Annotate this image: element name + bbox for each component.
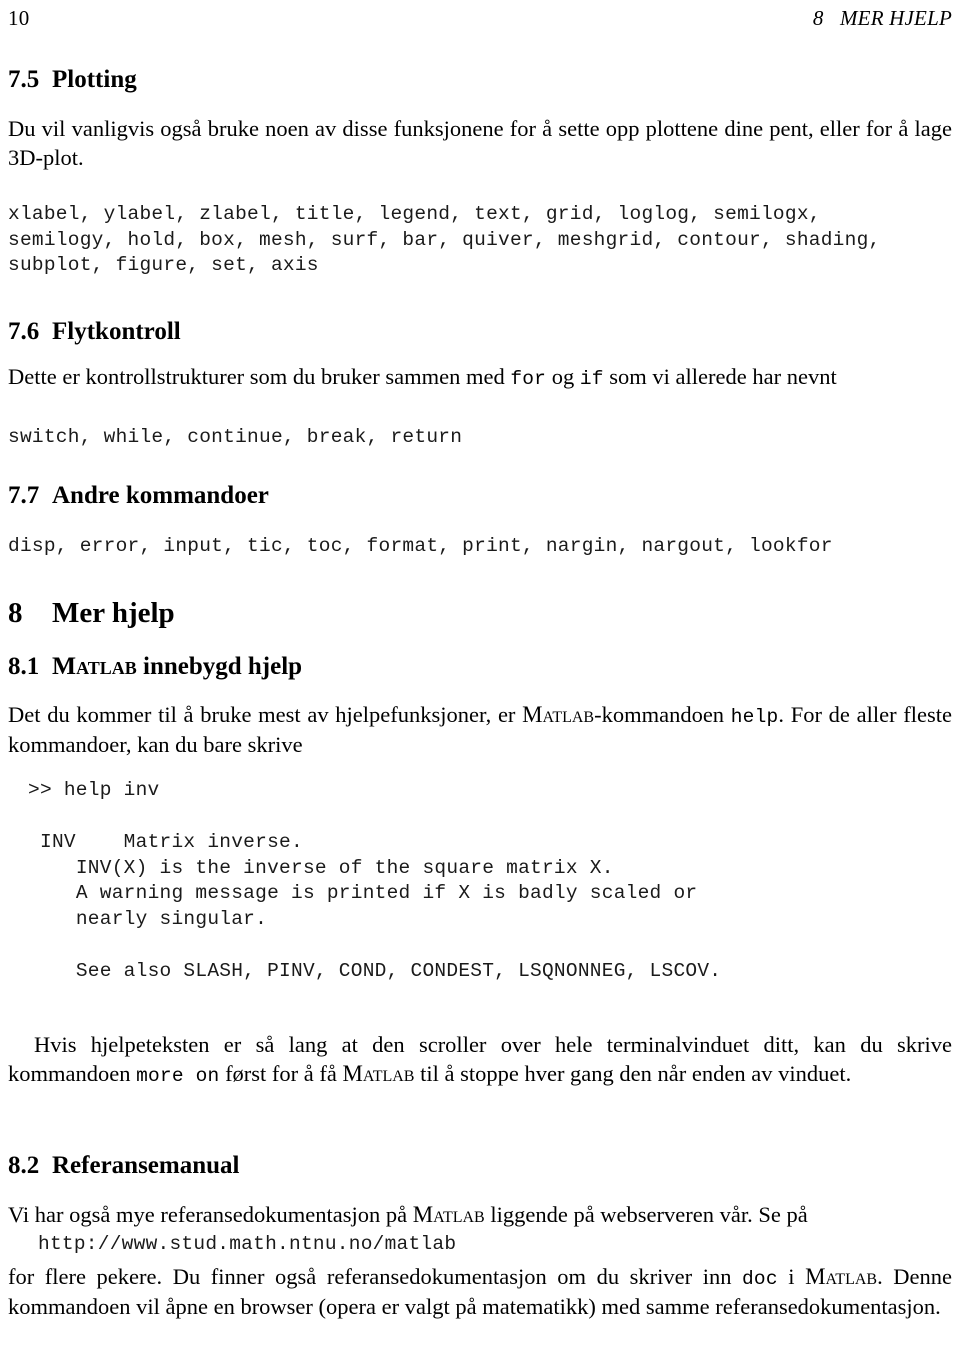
heading-8-1-number: 8.1 (8, 653, 40, 680)
heading-7-7-number: 7.7 (8, 482, 40, 509)
help-line: INV(X) is the inverse of the square matr… (40, 856, 614, 879)
paragraph-8-2-cont-matlab: Matlab (805, 1264, 878, 1289)
code-line: disp, error, input, tic, toc, format, pr… (8, 535, 833, 557)
code-line: xlabel, ylabel, zlabel, title, legend, t… (8, 203, 821, 225)
paragraph-8-2-part1: Vi har også mye referansedokumentasjon p… (8, 1202, 413, 1227)
heading-7-5-title: Plotting (52, 66, 137, 93)
running-header-number: 8 (812, 6, 824, 30)
paragraph-8-2-cont-part1: for flere pekere. Du finner også referan… (8, 1264, 743, 1289)
heading-chapter-8-number: 8 (8, 597, 23, 629)
inline-code-help: help (730, 706, 779, 728)
paragraph-8-1-part1: Det du kommer til å bruke mest av hjelpe… (8, 702, 523, 727)
url-text[interactable]: http://www.stud.math.ntnu.no/matlab (38, 1233, 456, 1255)
running-header-title: 8 MER HJELP (813, 8, 952, 29)
paragraph-8-2-cont: for flere pekere. Du finner også referan… (8, 1262, 952, 1322)
heading-7-5-number: 7.5 (8, 66, 40, 93)
help-line: INV Matrix inverse. (40, 831, 303, 853)
paragraph-7-6: Dette er kontrollstrukturer som du bruke… (8, 362, 952, 392)
heading-8-2-title: Referansemanual (52, 1152, 240, 1179)
heading-8-1: 8.1 Matlab innebygd hjelp (8, 651, 303, 681)
inline-code-if: if (579, 368, 604, 390)
heading-7-7: 7.7 Andre kommandoer (8, 482, 269, 510)
heading-8-1-title: innebygd hjelp (136, 653, 303, 680)
terminal-prompt-help-inv: >> help inv (28, 778, 159, 804)
paragraph-8-2-part2: liggende på webserveren vår. Se på (484, 1202, 808, 1227)
code-line: semilogy, hold, box, mesh, surf, bar, qu… (8, 228, 881, 251)
heading-chapter-8-title: Mer hjelp (52, 597, 175, 629)
paragraph-7-6-part3: som vi allerede har nevnt (603, 364, 837, 389)
heading-8-1-matlab: Matlab (52, 651, 137, 680)
running-header-text: MER HJELP (839, 6, 952, 30)
heading-7-6: 7.6 Flytkontroll (8, 318, 181, 346)
paragraph-8-1-more-part2: først for å få (219, 1061, 343, 1087)
heading-7-5: 7.5 Plotting (8, 66, 137, 94)
paragraph-7-6-part2: og (546, 364, 580, 389)
paragraph-7-5: Du vil vanligvis også bruke noen av diss… (8, 116, 952, 171)
code-line: subplot, figure, set, axis (8, 254, 319, 277)
paragraph-8-2-cont-part2: i (777, 1264, 806, 1289)
reference-url[interactable]: http://www.stud.math.ntnu.no/matlab (38, 1232, 456, 1258)
running-header: 10 8 MER HJELP (8, 2, 952, 29)
heading-chapter-8: 8 Mer hjelp (8, 597, 175, 630)
code-line: switch, while, continue, break, return (8, 426, 463, 448)
paragraph-8-2: Vi har også mye referansedokumentasjon p… (8, 1200, 952, 1230)
code-line: >> help inv (28, 779, 160, 801)
help-line: See also SLASH, PINV, COND, CONDEST, LSQ… (40, 959, 722, 982)
code-block-plotting: xlabel, ylabel, zlabel, title, legend, t… (8, 202, 881, 279)
paragraph-8-2-matlab: Matlab (412, 1202, 485, 1227)
inline-code-more-on: more on (136, 1065, 220, 1088)
paragraph-8-1-more-part3: til å stoppe hver gang den når enden av … (414, 1061, 852, 1087)
paragraph-8-1-more: Hvis hjelpeteksten er så lang at den scr… (8, 1030, 952, 1090)
help-line: A warning message is printed if X is bad… (40, 882, 698, 905)
heading-8-2-number: 8.2 (8, 1152, 40, 1179)
paragraph-8-1-more-matlab: Matlab (342, 1061, 415, 1087)
page-folio: 10 (8, 6, 30, 30)
paragraph-8-1-matlab: Matlab (522, 702, 595, 727)
heading-7-7-title: Andre kommandoer (52, 482, 269, 509)
heading-7-6-title: Flytkontroll (52, 318, 181, 345)
heading-8-2: 8.2 Referansemanual (8, 1152, 239, 1180)
document-page: 10 8 MER HJELP 7.5 Plotting Du vil vanlig… (0, 0, 960, 1346)
paragraph-8-1-part2: -kommandoen (594, 702, 731, 727)
inline-code-doc: doc (742, 1268, 778, 1290)
paragraph-7-6-part1: Dette er kontrollstrukturer som du bruke… (8, 364, 511, 389)
inline-code-for: for (510, 368, 547, 390)
paragraph-8-1: Det du kommer til å bruke mest av hjelpe… (8, 700, 952, 760)
code-block-flytkontroll: switch, while, continue, break, return (8, 425, 462, 451)
heading-7-6-number: 7.6 (8, 318, 40, 345)
help-output-block: INV Matrix inverse. INV(X) is the invers… (40, 830, 721, 984)
help-line: nearly singular. (40, 908, 268, 931)
code-block-andre-kommandoer: disp, error, input, tic, toc, format, pr… (8, 534, 833, 560)
